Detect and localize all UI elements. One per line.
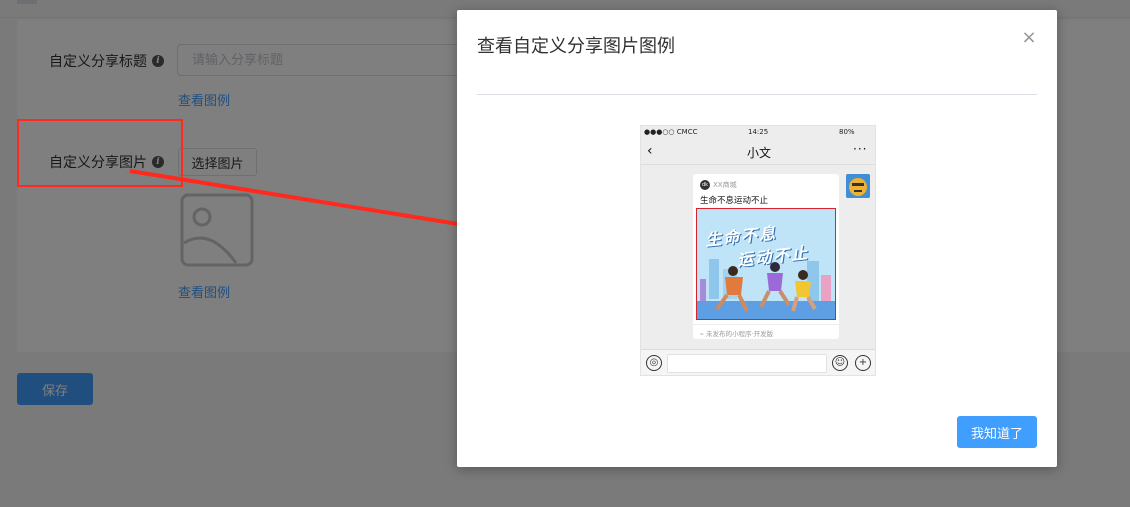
brand-name: XX商城 bbox=[713, 181, 737, 189]
plus-icon: + bbox=[855, 355, 871, 371]
brand-logo-icon: dk bbox=[700, 180, 710, 190]
card-footer-text: 未发布的小程序·开发版 bbox=[706, 330, 774, 338]
emoji-icon: ☺ bbox=[832, 355, 848, 371]
card-footer: ⌁ 未发布的小程序·开发版 bbox=[693, 324, 839, 339]
phone-nav-bar: ‹ 小文 ··· bbox=[641, 139, 875, 165]
voice-icon: ◎ bbox=[646, 355, 662, 371]
close-icon[interactable]: × bbox=[1019, 28, 1039, 48]
link-icon: ⌁ bbox=[700, 330, 704, 338]
example-dialog: 查看自定义分享图片图例 × ●●●○○ CMCC 14:25 80% ‹ 小文 … bbox=[457, 10, 1057, 467]
time-text: 14:25 bbox=[748, 128, 769, 136]
carrier-text: ●●●○○ CMCC bbox=[644, 128, 698, 136]
card-brand: dk XX商城 bbox=[700, 180, 737, 190]
more-icon: ··· bbox=[853, 142, 868, 156]
dialog-divider bbox=[477, 94, 1037, 95]
user-avatar bbox=[846, 174, 870, 198]
share-poster-image: 生命不息 运动不止 bbox=[696, 208, 836, 320]
got-it-button[interactable]: 我知道了 bbox=[957, 416, 1037, 448]
dialog-title: 查看自定义分享图片图例 bbox=[477, 36, 675, 57]
phone-status-bar: ●●●○○ CMCC 14:25 80% bbox=[641, 126, 875, 139]
chat-input-bar: ◎ ☺ + bbox=[641, 349, 875, 375]
chat-text-field bbox=[667, 354, 827, 373]
annotation-highlight-box bbox=[17, 119, 183, 187]
card-title: 生命不息运动不止 bbox=[700, 196, 769, 206]
battery-text: 80% bbox=[839, 128, 855, 136]
chat-title: 小文 bbox=[746, 146, 771, 160]
mini-program-card: dk XX商城 生命不息运动不止 生命不息 运动不止 ⌁ 未发布的小程序·开发版 bbox=[693, 174, 839, 339]
avatar-image bbox=[846, 174, 870, 198]
phone-example-image: ●●●○○ CMCC 14:25 80% ‹ 小文 ··· dk XX商城 生命… bbox=[640, 125, 876, 376]
